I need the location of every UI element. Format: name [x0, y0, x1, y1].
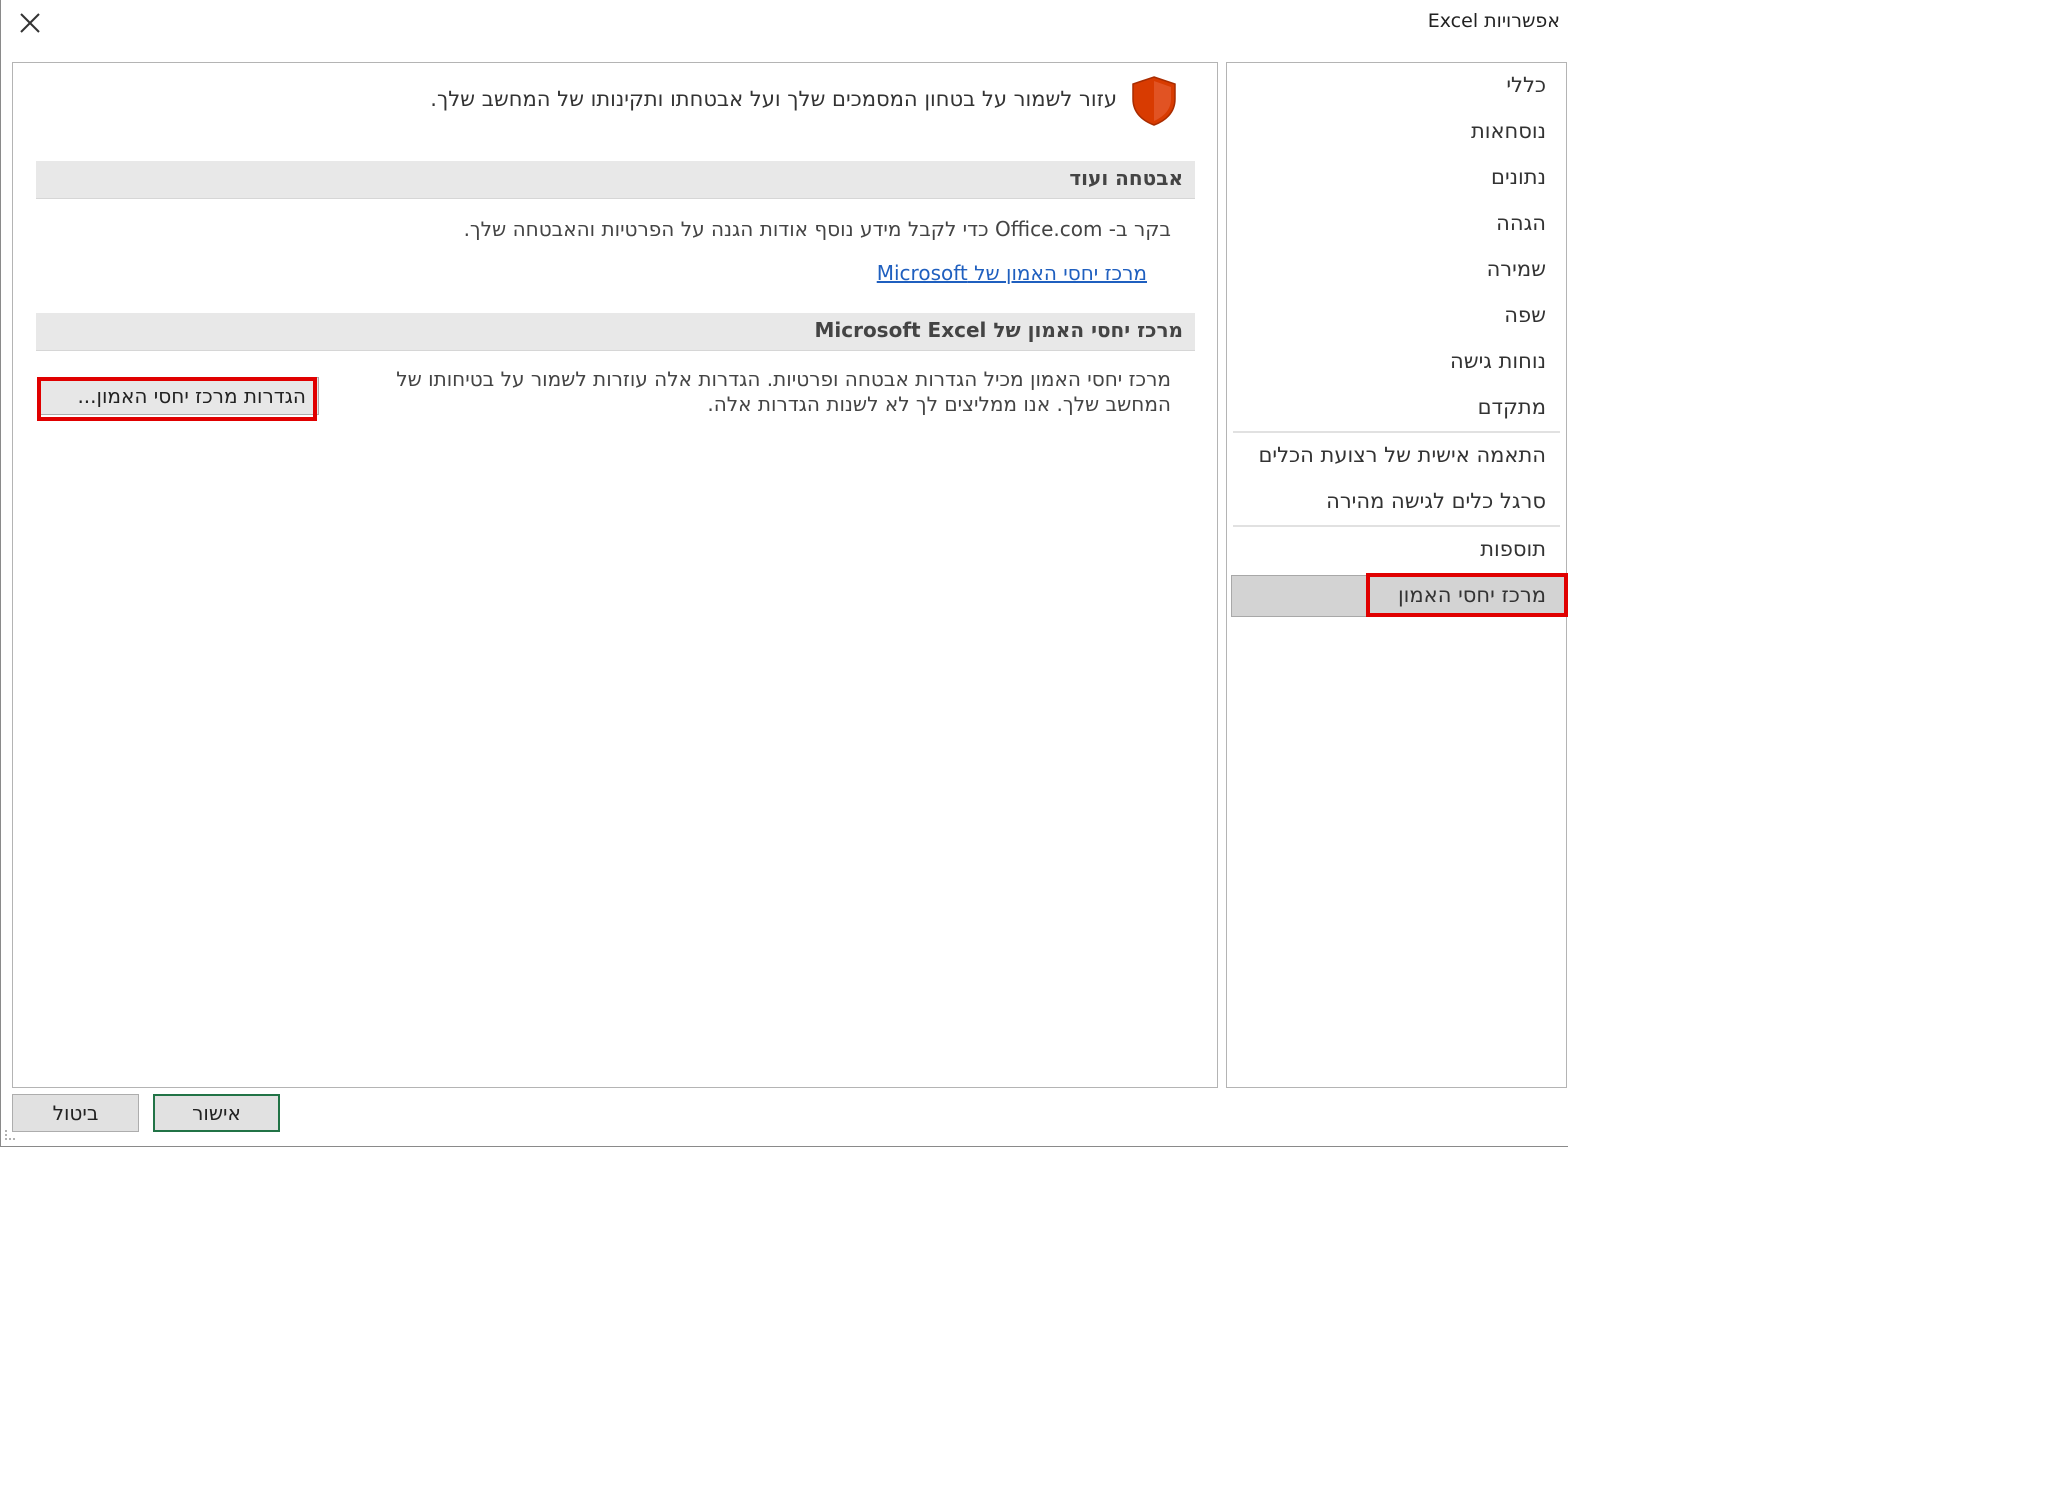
sidebar-item-data[interactable]: נתונים [1491, 165, 1546, 189]
sidebar-item-add-ins[interactable]: תוספות [1480, 537, 1546, 561]
cancel-button[interactable]: ביטול [12, 1094, 139, 1132]
section-title: אבטחה ועוד [1069, 166, 1183, 190]
microsoft-trust-center-link[interactable]: מרכז יחסי האמון של Microsoft [877, 261, 1147, 285]
close-button[interactable] [15, 8, 45, 38]
sidebar-divider [1233, 525, 1560, 527]
sidebar-item-quick-access-toolbar[interactable]: סרגל כלים לגישה מהירה [1326, 489, 1546, 513]
close-icon [20, 13, 40, 33]
excel-options-dialog: אפשרויות Excel כללי נוסחאות נתונים הגהה … [0, 0, 1568, 1147]
resize-grip-icon[interactable] [3, 1128, 17, 1142]
dialog-title: אפשרויות Excel [1427, 10, 1560, 32]
shield-icon [1132, 76, 1176, 126]
sidebar-item-save[interactable]: שמירה [1487, 257, 1546, 281]
sidebar-item-customize-ribbon[interactable]: התאמה אישית של רצועת הכלים [1258, 443, 1546, 467]
sidebar-item-proofing[interactable]: הגהה [1496, 211, 1546, 235]
section-title: מרכז יחסי האמון של Microsoft Excel [814, 318, 1183, 342]
intro-text: עזור לשמור על בטחון המסמכים שלך ועל אבטח… [430, 87, 1117, 111]
ok-button[interactable]: אישור [153, 1094, 280, 1132]
sidebar-item-general[interactable]: כללי [1506, 73, 1546, 97]
trust-center-highlight-box [1366, 573, 1568, 617]
trust-center-settings-button[interactable]: הגדרות מרכז יחסי האמון... [37, 377, 319, 415]
sidebar-item-accessibility[interactable]: נוחות גישה [1450, 349, 1546, 373]
sidebar-item-formulas[interactable]: נוסחאות [1471, 119, 1546, 143]
security-info-text: בקר ב- Office.com כדי לקבל מידע נוסף אוד… [463, 217, 1171, 241]
trust-center-settings-label: הגדרות מרכז יחסי האמון... [77, 384, 306, 408]
section-header-trust-center: מרכז יחסי האמון של Microsoft Excel [36, 313, 1195, 351]
sidebar-item-language[interactable]: שפה [1504, 303, 1546, 327]
sidebar-item-advanced[interactable]: מתקדם [1478, 395, 1546, 419]
sidebar: כללי נוסחאות נתונים הגהה שמירה שפה נוחות… [1226, 62, 1568, 1088]
sidebar-divider [1233, 431, 1560, 433]
trust-center-description: מרכז יחסי האמון מכיל הגדרות אבטחה ופרטיו… [396, 367, 1171, 416]
main-panel: עזור לשמור על בטחון המסמכים שלך ועל אבטח… [12, 62, 1218, 1088]
section-header-security: אבטחה ועוד [36, 161, 1195, 199]
